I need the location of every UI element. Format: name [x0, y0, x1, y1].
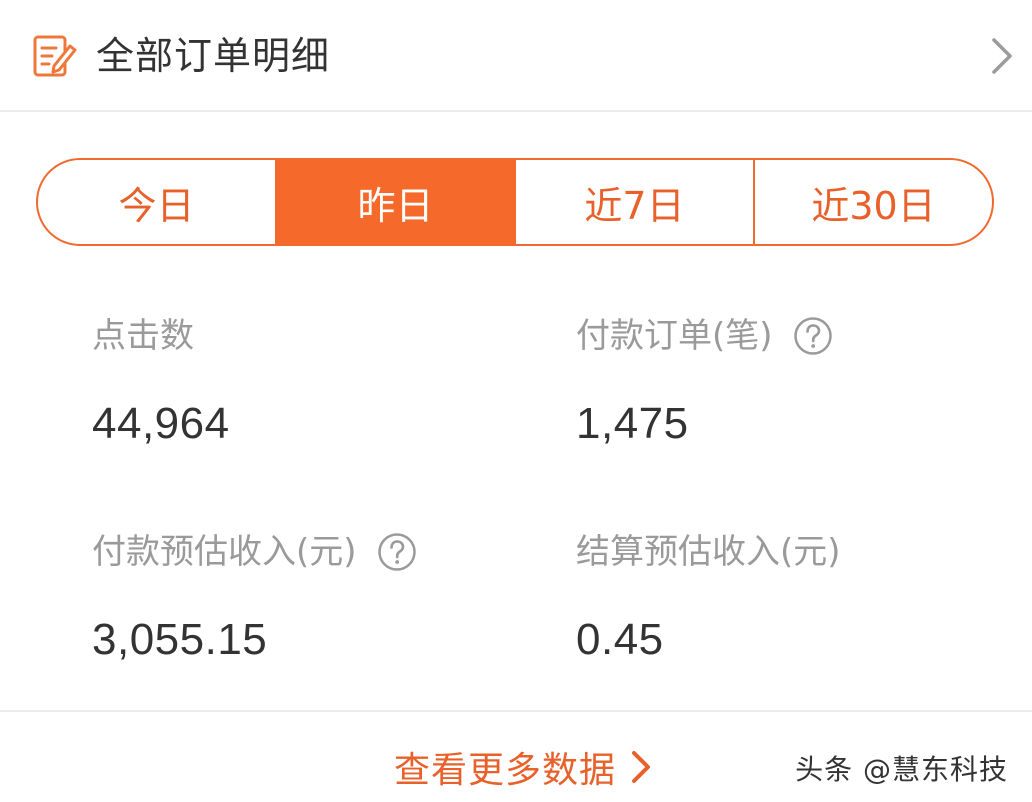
stat-label: 付款预估收入(元) — [92, 532, 357, 572]
stat-label: 付款订单(笔) — [576, 316, 773, 356]
view-more-data-link[interactable]: 查看更多数据 — [394, 742, 652, 792]
order-detail-header[interactable]: 全部订单明细 — [0, 0, 1032, 112]
stat-clicks: 点击数 44,964 — [92, 316, 230, 448]
stat-paid-orders: 付款订单(笔) 1,475 — [576, 316, 833, 448]
stat-value: 1,475 — [576, 399, 689, 448]
stat-paid-estimated-income: 付款预估收入(元) 3,055.15 — [92, 532, 417, 664]
divider — [0, 710, 1032, 712]
order-edit-icon — [33, 35, 77, 77]
question-circle-icon[interactable] — [793, 316, 833, 356]
tab-last-30-days[interactable]: 近30日 — [755, 160, 992, 244]
chevron-right-icon — [632, 751, 651, 783]
stat-settled-estimated-income: 结算预估收入(元) 0.45 — [576, 532, 841, 664]
stat-label: 点击数 — [92, 316, 194, 356]
tab-yesterday[interactable]: 昨日 — [277, 160, 516, 244]
view-more-label: 查看更多数据 — [394, 750, 617, 791]
tab-last-7-days[interactable]: 近7日 — [516, 160, 755, 244]
stat-value: 44,964 — [92, 399, 230, 448]
question-circle-icon[interactable] — [377, 532, 417, 572]
chevron-right-icon[interactable] — [986, 36, 1016, 76]
stat-value: 0.45 — [576, 615, 664, 664]
page-title: 全部订单明细 — [96, 34, 331, 78]
tab-today[interactable]: 今日 — [38, 160, 277, 244]
stat-label: 结算预估收入(元) — [576, 532, 841, 572]
date-range-tabs: 今日 昨日 近7日 近30日 — [36, 158, 994, 246]
watermark: 头条 @慧东科技 — [795, 753, 1008, 786]
stat-value: 3,055.15 — [92, 615, 268, 664]
